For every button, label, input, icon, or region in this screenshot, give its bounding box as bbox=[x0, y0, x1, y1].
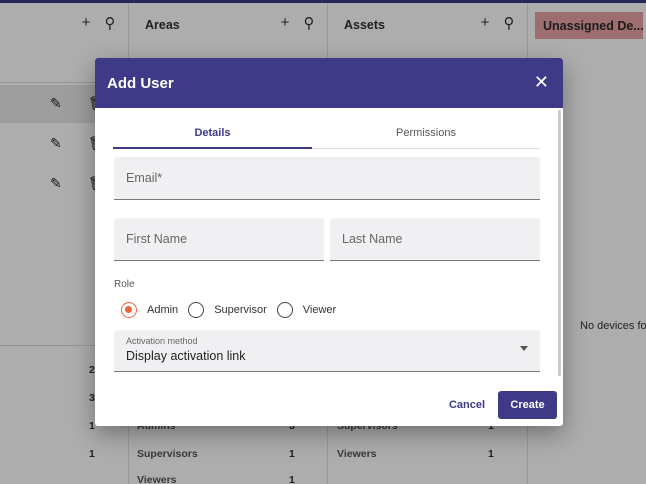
active-tab-indicator bbox=[113, 147, 312, 149]
dropdown-arrow-icon bbox=[520, 346, 528, 351]
first-name-field[interactable]: First Name bbox=[114, 218, 324, 261]
activation-method-label: Activation method bbox=[126, 336, 198, 346]
role-admin-radio[interactable] bbox=[121, 302, 137, 318]
dialog-header: Add User ✕ bbox=[95, 58, 563, 108]
cancel-button[interactable]: Cancel bbox=[441, 393, 493, 417]
role-radio-group: Admin Supervisor Viewer bbox=[121, 301, 346, 319]
email-field[interactable]: Email* bbox=[114, 157, 540, 200]
role-viewer-radio[interactable] bbox=[276, 302, 293, 318]
first-name-placeholder: First Name bbox=[126, 232, 188, 246]
role-label: Role bbox=[114, 279, 135, 290]
create-button[interactable]: Create bbox=[498, 391, 557, 419]
activation-method-value: Display activation link bbox=[126, 349, 246, 363]
role-admin-label[interactable]: Admin bbox=[147, 304, 178, 316]
close-icon[interactable]: ✕ bbox=[534, 72, 549, 92]
role-supervisor-radio[interactable] bbox=[188, 302, 205, 318]
last-name-field[interactable]: Last Name bbox=[330, 218, 540, 261]
tab-details[interactable]: Details bbox=[113, 116, 312, 149]
role-viewer-label[interactable]: Viewer bbox=[303, 304, 336, 316]
role-supervisor-label[interactable]: Supervisor bbox=[214, 304, 267, 316]
activation-method-select[interactable]: Activation method Display activation lin… bbox=[114, 330, 540, 372]
dialog-title: Add User bbox=[107, 74, 174, 92]
dialog-tabs: Details Permissions bbox=[113, 116, 540, 149]
last-name-placeholder: Last Name bbox=[342, 232, 403, 246]
email-placeholder: Email* bbox=[126, 171, 163, 185]
add-user-dialog: Add User ✕ Details Permissions Email* Fi… bbox=[95, 58, 563, 426]
tab-permissions[interactable]: Permissions bbox=[312, 116, 540, 149]
dialog-scrollbar[interactable] bbox=[558, 110, 561, 376]
